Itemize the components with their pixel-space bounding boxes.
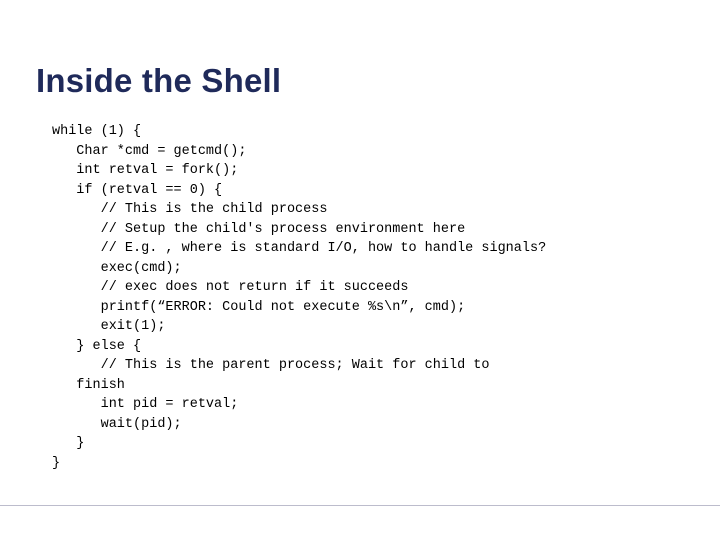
code-line: printf(“ERROR: Could not execute %s\n”, … <box>52 300 465 315</box>
code-line: exit(1); <box>52 319 165 334</box>
code-line: } <box>52 436 84 451</box>
code-line: int retval = fork(); <box>52 163 238 178</box>
code-line: exec(cmd); <box>52 261 182 276</box>
code-line: wait(pid); <box>52 417 182 432</box>
code-line: // This is the parent process; Wait for … <box>52 358 489 373</box>
code-line: while (1) { <box>52 124 141 139</box>
slide-title: Inside the Shell <box>36 62 281 100</box>
code-line: // Setup the child's process environment… <box>52 222 465 237</box>
code-line: } <box>52 456 60 471</box>
slide: Inside the Shell while (1) { Char *cmd =… <box>0 0 720 540</box>
code-line: finish <box>52 378 125 393</box>
code-line: // This is the child process <box>52 202 327 217</box>
code-block: while (1) { Char *cmd = getcmd(); int re… <box>52 122 700 473</box>
code-line: Char *cmd = getcmd(); <box>52 144 246 159</box>
code-line: if (retval == 0) { <box>52 183 222 198</box>
code-line: } else { <box>52 339 141 354</box>
footer-divider <box>0 505 720 506</box>
code-line: // E.g. , where is standard I/O, how to … <box>52 241 546 256</box>
code-line: // exec does not return if it succeeds <box>52 280 408 295</box>
code-line: int pid = retval; <box>52 397 238 412</box>
